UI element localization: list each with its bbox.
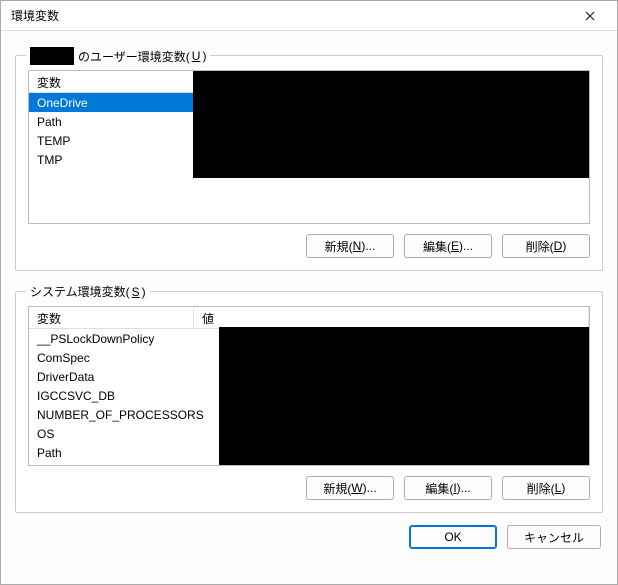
system-vars-legend: システム環境変数(S)	[26, 283, 150, 300]
cell-variable: ComSpec	[29, 351, 194, 365]
redacted-username	[30, 47, 74, 65]
user-vars-group: のユーザー環境変数(U) 変数 値 OneDrivePathTEMPTMP 新規…	[15, 55, 603, 271]
system-new-button[interactable]: 新規(W)...	[306, 476, 394, 500]
user-buttons: 新規(N)... 編集(E)... 削除(D)	[28, 234, 590, 258]
dialog-body: のユーザー環境変数(U) 変数 値 OneDrive Path TEMP TMP 新規…	[1, 31, 617, 584]
system-edit-button[interactable]: 編集(I)...	[404, 476, 492, 500]
cell-variable: IGCCSVC_DB	[29, 389, 194, 403]
cancel-button[interactable]: キャンセル	[507, 525, 601, 549]
list-rows: __PSLockDownPolicy ComSpec DriverData IGCCS…	[29, 329, 589, 462]
system-vars-group: システム環境変数(S) 変数 値 __PSLockDownPolicyComSp…	[15, 291, 603, 513]
user-delete-button[interactable]: 削除(D)	[502, 234, 590, 258]
cell-variable: DriverData	[29, 370, 194, 384]
list-header: 変数 値	[29, 307, 589, 329]
system-delete-button[interactable]: 削除(L)	[502, 476, 590, 500]
col-variable[interactable]: 変数	[29, 307, 194, 328]
col-value[interactable]: 値	[194, 307, 589, 328]
cell-variable: OS	[29, 427, 194, 441]
cell-variable: TMP	[29, 153, 194, 167]
user-vars-list[interactable]: 変数 値 OneDrivePathTEMPTMP	[28, 70, 590, 224]
col-variable[interactable]: 変数	[29, 71, 194, 92]
cell-variable: __PSLockDownPolicy	[29, 332, 194, 346]
ok-button[interactable]: OK	[409, 525, 497, 549]
list-rows: OneDrive Path TEMP TMP	[29, 93, 589, 169]
close-button[interactable]	[567, 2, 613, 30]
system-vars-list[interactable]: 変数 値 __PSLockDownPolicy ComSpec DriverData…	[28, 306, 590, 466]
window-title: 環境変数	[11, 7, 567, 24]
cell-variable: TEMP	[29, 134, 194, 148]
user-vars-legend: のユーザー環境変数(U)	[26, 47, 210, 65]
cell-variable: NUMBER_OF_PROCESSORS	[29, 408, 194, 422]
redacted-values	[193, 70, 590, 178]
dialog-bottom-buttons: OK キャンセル	[15, 521, 603, 549]
cell-variable: Path	[29, 446, 194, 460]
redacted-values	[219, 327, 590, 466]
cell-variable: Path	[29, 115, 194, 129]
titlebar: 環境変数	[1, 1, 617, 31]
environment-variables-dialog: 環境変数 のユーザー環境変数(U) 変数 値 OneDrive Path TEMP T…	[0, 0, 618, 585]
user-new-button[interactable]: 新規(N)...	[306, 234, 394, 258]
user-edit-button[interactable]: 編集(E)...	[404, 234, 492, 258]
system-buttons: 新規(W)... 編集(I)... 削除(L)	[28, 476, 590, 500]
cell-variable: OneDrive	[29, 96, 194, 110]
